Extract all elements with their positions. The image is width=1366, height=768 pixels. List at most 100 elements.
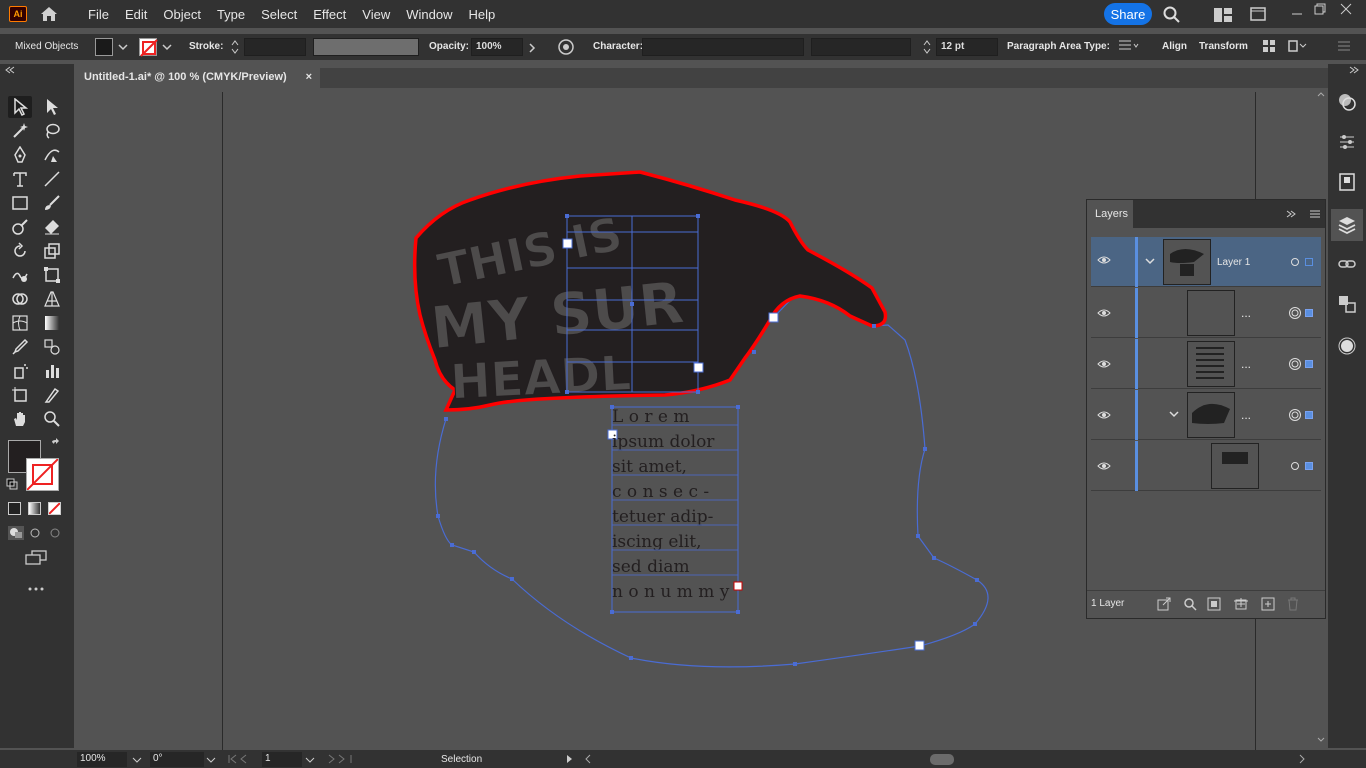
align-label[interactable]: Align xyxy=(1162,41,1187,52)
menu-object[interactable]: Object xyxy=(155,7,209,22)
zoom-tool[interactable] xyxy=(40,408,64,430)
sublayer-row[interactable]: ... xyxy=(1091,390,1321,440)
selection-indicator[interactable] xyxy=(1305,462,1313,470)
color-mode-button[interactable] xyxy=(8,502,21,515)
eye-icon[interactable] xyxy=(1097,255,1111,265)
rotate-tool[interactable] xyxy=(8,240,32,262)
chevron-right-icon[interactable] xyxy=(1298,754,1306,764)
sublayer-name[interactable]: ... xyxy=(1241,306,1251,320)
recolor-icon[interactable] xyxy=(557,38,575,56)
layer-row-layer-1[interactable]: Layer 1 xyxy=(1091,237,1321,287)
eye-icon[interactable] xyxy=(1097,359,1111,369)
stroke-weight-field[interactable] xyxy=(244,38,306,56)
search-icon[interactable] xyxy=(1163,6,1181,24)
sublayer-row[interactable]: ... xyxy=(1091,288,1321,338)
slice-tool[interactable] xyxy=(40,384,64,406)
blend-tool[interactable] xyxy=(40,336,64,358)
selection-indicator[interactable] xyxy=(1305,258,1313,266)
none-mode-button[interactable] xyxy=(48,502,61,515)
overflow-indicator[interactable] xyxy=(733,581,743,591)
sublayer-row[interactable]: ... xyxy=(1091,339,1321,389)
selection-indicator[interactable] xyxy=(1305,411,1313,419)
workspace-icon[interactable] xyxy=(1214,8,1232,22)
fill-swatch[interactable] xyxy=(95,38,113,56)
artboard-nav-prev-icon[interactable] xyxy=(226,754,256,764)
stroke-swatch[interactable] xyxy=(139,38,158,57)
target-icon[interactable] xyxy=(1290,461,1300,471)
paragraph-label[interactable]: Paragraph xyxy=(1007,41,1056,52)
stroke-color-box[interactable] xyxy=(26,458,59,491)
eye-icon[interactable] xyxy=(1097,461,1111,471)
new-layer-icon[interactable] xyxy=(1261,597,1275,611)
sublayer-row[interactable] xyxy=(1091,441,1321,491)
swap-colors-icon[interactable] xyxy=(50,438,62,450)
more-tools-icon[interactable] xyxy=(28,586,44,592)
selection-tool[interactable] xyxy=(8,96,32,118)
chevron-down-icon[interactable] xyxy=(162,43,172,51)
selection-indicator[interactable] xyxy=(1305,360,1313,368)
artboard-tool[interactable] xyxy=(8,384,32,406)
isolate-icon[interactable] xyxy=(1288,39,1308,53)
scroll-thumb[interactable] xyxy=(930,754,954,765)
trash-icon[interactable] xyxy=(1286,597,1300,611)
new-sublayer-icon[interactable] xyxy=(1233,597,1249,611)
collapse-icon[interactable] xyxy=(4,66,16,74)
shape-builder-tool[interactable] xyxy=(8,288,32,310)
zoom-field[interactable]: 100% xyxy=(77,752,127,767)
menu-type[interactable]: Type xyxy=(209,7,253,22)
font-size-field[interactable]: 12 pt xyxy=(936,38,998,56)
target-icon[interactable] xyxy=(1288,357,1302,371)
chevron-down-icon[interactable] xyxy=(1169,410,1179,418)
artboard-number-field[interactable]: 1 xyxy=(262,752,302,767)
chevron-down-icon[interactable] xyxy=(1145,257,1155,265)
export-icon[interactable] xyxy=(1157,597,1171,611)
rectangle-tool[interactable] xyxy=(8,192,32,214)
close-icon[interactable] xyxy=(1340,3,1352,15)
lasso-tool[interactable] xyxy=(40,120,64,142)
sublayer-name[interactable]: ... xyxy=(1241,408,1251,422)
artboards-icon[interactable] xyxy=(1337,294,1357,314)
screen-mode-icon[interactable] xyxy=(24,550,48,566)
target-icon[interactable] xyxy=(1288,408,1302,422)
eraser-tool[interactable] xyxy=(40,216,64,238)
expand-icon[interactable] xyxy=(1348,66,1360,74)
menu-view[interactable]: View xyxy=(354,7,398,22)
chevron-down-icon[interactable] xyxy=(118,43,128,51)
chevron-down-icon[interactable] xyxy=(206,756,216,764)
free-transform-tool[interactable] xyxy=(40,264,64,286)
character-label[interactable]: Character: xyxy=(593,41,643,52)
layers-dock-tab[interactable] xyxy=(1331,209,1363,241)
magic-wand-tool[interactable] xyxy=(8,120,32,142)
variable-width-field[interactable] xyxy=(313,38,419,56)
mesh-tool[interactable] xyxy=(8,312,32,334)
draw-modes-icon[interactable] xyxy=(8,526,64,540)
locate-object-icon[interactable] xyxy=(1183,597,1197,611)
chevron-down-icon[interactable] xyxy=(132,756,142,764)
hand-tool[interactable] xyxy=(8,408,32,430)
grid-icon[interactable] xyxy=(1262,39,1276,53)
eye-icon[interactable] xyxy=(1097,308,1111,318)
target-icon[interactable] xyxy=(1290,257,1300,267)
stepper-icon[interactable] xyxy=(922,39,932,55)
stepper-icon[interactable] xyxy=(230,39,240,55)
eye-icon[interactable] xyxy=(1097,410,1111,420)
color-panel-icon[interactable] xyxy=(1337,92,1357,112)
line-tool[interactable] xyxy=(40,168,64,190)
opacity-field[interactable]: 100% xyxy=(471,38,523,56)
target-icon[interactable] xyxy=(1288,306,1302,320)
font-style-field[interactable] xyxy=(811,38,911,56)
column-graph-tool[interactable] xyxy=(40,360,64,382)
menu-window[interactable]: Window xyxy=(398,7,460,22)
direct-selection-tool[interactable] xyxy=(40,96,64,118)
type-tool[interactable] xyxy=(8,168,32,190)
symbol-sprayer-tool[interactable] xyxy=(8,360,32,382)
gradient-tool[interactable] xyxy=(40,312,64,334)
properties-icon[interactable] xyxy=(1337,132,1357,152)
text-align-icon[interactable] xyxy=(1118,39,1140,53)
eyedropper-tool[interactable] xyxy=(8,336,32,358)
collapse-panel-icon[interactable] xyxy=(1285,210,1297,218)
area-type-label[interactable]: Area Type: xyxy=(1059,41,1110,52)
clipping-mask-icon[interactable] xyxy=(1207,597,1221,611)
close-tab-icon[interactable]: × xyxy=(306,71,312,83)
layers-tab[interactable]: Layers xyxy=(1087,200,1133,228)
